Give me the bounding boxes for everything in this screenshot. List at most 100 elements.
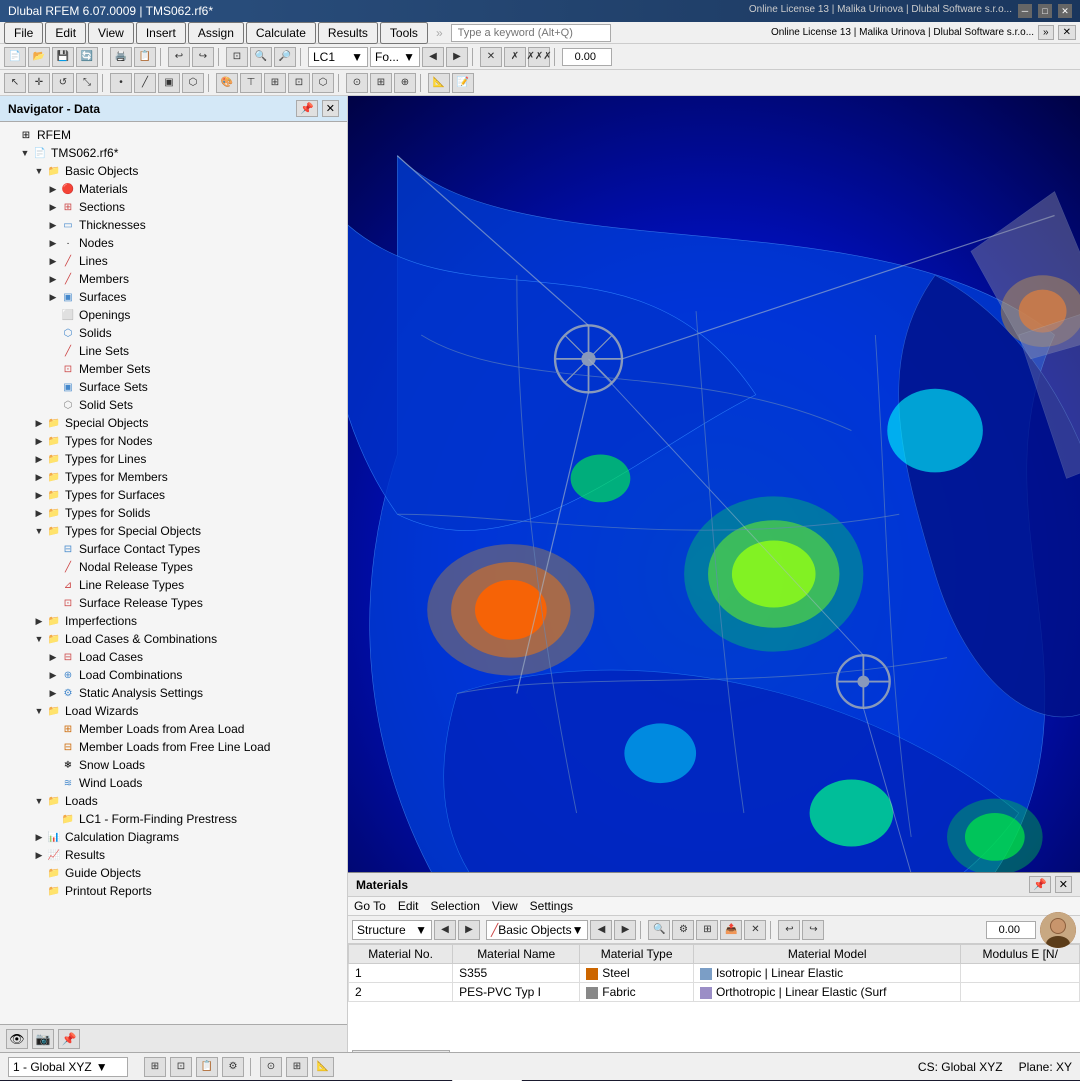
grid-btn[interactable]: ⊞: [370, 73, 392, 93]
menu-calculate[interactable]: Calculate: [246, 22, 316, 44]
save-btn[interactable]: 💾: [52, 47, 74, 67]
tree-item-load-wizards[interactable]: ▼ 📁 Load Wizards: [0, 702, 347, 720]
delete-row-btn[interactable]: ✕: [744, 920, 766, 940]
snap-btn[interactable]: ⊙: [346, 73, 368, 93]
tree-item-calc-diagrams[interactable]: ▶ 📊 Calculation Diagrams: [0, 828, 347, 846]
table-row[interactable]: 1 S355 Steel Isotropic | Linear Elastic: [349, 964, 1080, 983]
tree-item-types-surfaces[interactable]: ▶ 📁 Types for Surfaces: [0, 486, 347, 504]
tree-item-imperfections[interactable]: ▶ 📁 Imperfections: [0, 612, 347, 630]
tree-item-types-lines[interactable]: ▶ 📁 Types for Lines: [0, 450, 347, 468]
status-btn4[interactable]: ⚙: [222, 1057, 244, 1077]
basic-objects-dropdown[interactable]: ╱ Basic Objects ▼: [486, 920, 588, 940]
tree-item-basic-objects[interactable]: ▼ 📁 Basic Objects: [0, 162, 347, 180]
tree-item-line-sets[interactable]: ╱ Line Sets: [0, 342, 347, 360]
bo-next-btn[interactable]: ▶: [614, 920, 636, 940]
tree-item-wind-loads[interactable]: ≋ Wind Loads: [0, 774, 347, 792]
tree-item-types-solids[interactable]: ▶ 📁 Types for Solids: [0, 504, 347, 522]
xxx-btn[interactable]: ✗✗✗: [528, 47, 550, 67]
tree-item-types-nodes[interactable]: ▶ 📁 Types for Nodes: [0, 432, 347, 450]
loadcase-dropdown[interactable]: LC1 ▼: [308, 47, 368, 67]
view-front-btn[interactable]: ⊞: [264, 73, 286, 93]
nav-camera-btn[interactable]: 📷: [32, 1029, 54, 1049]
nav-eye-btn[interactable]: 👁: [6, 1029, 28, 1049]
tree-item-thicknesses[interactable]: ▶ ▭ Thicknesses: [0, 216, 347, 234]
tree-item-member-line-load[interactable]: ⊟ Member Loads from Free Line Load: [0, 738, 347, 756]
view-top-btn[interactable]: ⊤: [240, 73, 262, 93]
maximize-button[interactable]: □: [1038, 4, 1052, 18]
copy-btn[interactable]: 📋: [134, 47, 156, 67]
export-btn[interactable]: 📤: [720, 920, 742, 940]
undo-panel-btn[interactable]: ↩: [778, 920, 800, 940]
delete-btn[interactable]: ✕: [480, 47, 502, 67]
close-panel-btn[interactable]: ✕: [1058, 25, 1076, 40]
tree-item-materials[interactable]: ▶ 🔴 Materials: [0, 180, 347, 198]
tree-item-nodes[interactable]: ▶ · Nodes: [0, 234, 347, 252]
value-field[interactable]: [986, 921, 1036, 939]
rotate-btn[interactable]: ↺: [52, 73, 74, 93]
panel-menu-selection[interactable]: Selection: [431, 899, 480, 913]
tree-item-surface-sets[interactable]: ▣ Surface Sets: [0, 378, 347, 396]
tree-item-solids[interactable]: ⬡ Solids: [0, 324, 347, 342]
view-side-btn[interactable]: ⊡: [288, 73, 310, 93]
tree-item-load-combinations[interactable]: ▶ ⊕ Load Combinations: [0, 666, 347, 684]
tree-item-tms062[interactable]: ▼ 📄 TMS062.rf6*: [0, 144, 347, 162]
search-input[interactable]: [451, 24, 611, 42]
tree-item-member-sets[interactable]: ⊡ Member Sets: [0, 360, 347, 378]
tree-item-solid-sets[interactable]: ⬡ Solid Sets: [0, 396, 347, 414]
tree-item-nodal-release[interactable]: ╱ Nodal Release Types: [0, 558, 347, 576]
tree-item-results[interactable]: ▶ 📈 Results: [0, 846, 347, 864]
axis-btn[interactable]: ⊕: [394, 73, 416, 93]
table-btn[interactable]: ⊞: [696, 920, 718, 940]
tree-item-line-release[interactable]: ⊿ Line Release Types: [0, 576, 347, 594]
tree-item-sections[interactable]: ▶ ⊞ Sections: [0, 198, 347, 216]
filter-btn[interactable]: 🔍: [648, 920, 670, 940]
nav-pin-btn[interactable]: 📌: [296, 100, 318, 117]
online-btn[interactable]: »: [1038, 25, 1054, 40]
x-btn[interactable]: ✗: [504, 47, 526, 67]
tree-item-special-objects[interactable]: ▶ 📁 Special Objects: [0, 414, 347, 432]
next-btn[interactable]: ▶: [446, 47, 468, 67]
minimize-button[interactable]: ─: [1018, 4, 1032, 18]
status-btn3[interactable]: 📋: [196, 1057, 218, 1077]
table-row[interactable]: 2 PES-PVC Typ I Fabric Orthotropic | Lin…: [349, 983, 1080, 1002]
snap-status-btn[interactable]: ⊙: [260, 1057, 282, 1077]
new-btn[interactable]: 📄: [4, 47, 26, 67]
tree-item-members[interactable]: ▶ ╱ Members: [0, 270, 347, 288]
status-btn1[interactable]: ⊞: [144, 1057, 166, 1077]
panel-menu-edit[interactable]: Edit: [398, 899, 419, 913]
status-btn2[interactable]: ⊡: [170, 1057, 192, 1077]
panel-prev-btn[interactable]: ◀: [434, 920, 456, 940]
panel-pin-btn[interactable]: 📌: [1029, 876, 1051, 893]
view-3d-btn[interactable]: ⬡: [312, 73, 334, 93]
undo-btn[interactable]: ↩: [168, 47, 190, 67]
menu-edit[interactable]: Edit: [45, 22, 86, 44]
tree-item-guide-objects[interactable]: 📁 Guide Objects: [0, 864, 347, 882]
zoom-in-btn[interactable]: 🔍: [250, 47, 272, 67]
tree-item-types-special[interactable]: ▼ 📁 Types for Special Objects: [0, 522, 347, 540]
tree-item-member-area-load[interactable]: ⊞ Member Loads from Area Load: [0, 720, 347, 738]
grid-status-btn[interactable]: ⊞: [286, 1057, 308, 1077]
menu-view[interactable]: View: [88, 22, 134, 44]
zoom-out-btn[interactable]: 🔎: [274, 47, 296, 67]
tree-item-static-analysis[interactable]: ▶ ⚙ Static Analysis Settings: [0, 684, 347, 702]
menu-assign[interactable]: Assign: [188, 22, 244, 44]
panel-menu-goto[interactable]: Go To: [354, 899, 386, 913]
tree-item-surface-contact[interactable]: ⊟ Surface Contact Types: [0, 540, 347, 558]
move-btn[interactable]: ✛: [28, 73, 50, 93]
materials-table-container[interactable]: Material No. Material Name Material Type…: [348, 944, 1080, 1035]
scale-btn[interactable]: ⤡: [76, 73, 98, 93]
close-button[interactable]: ✕: [1058, 4, 1072, 18]
tree-item-openings[interactable]: ⬜ Openings: [0, 306, 347, 324]
view-dropdown[interactable]: 1 - Global XYZ ▼: [8, 1057, 128, 1077]
tree-item-surface-release[interactable]: ⊡ Surface Release Types: [0, 594, 347, 612]
settings-btn[interactable]: ⚙: [672, 920, 694, 940]
tree-item-printout[interactable]: 📁 Printout Reports: [0, 882, 347, 900]
redo-panel-btn[interactable]: ↪: [802, 920, 824, 940]
panel-next-btn[interactable]: ▶: [458, 920, 480, 940]
tree-item-load-cases-comb[interactable]: ▼ 📁 Load Cases & Combinations: [0, 630, 347, 648]
tree-item-lines[interactable]: ▶ ╱ Lines: [0, 252, 347, 270]
panel-menu-view[interactable]: View: [492, 899, 518, 913]
menu-tools[interactable]: Tools: [380, 22, 428, 44]
prev-btn[interactable]: ◀: [422, 47, 444, 67]
tree-item-surfaces[interactable]: ▶ ▣ Surfaces: [0, 288, 347, 306]
